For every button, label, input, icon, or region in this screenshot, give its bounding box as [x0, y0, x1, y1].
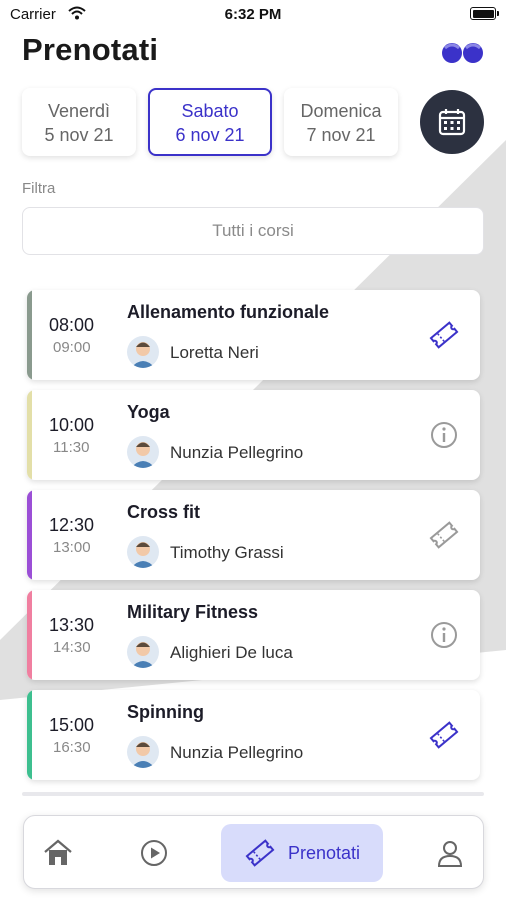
tab-profile[interactable] [430, 816, 470, 890]
day-selector: Venerdì 5 nov 21 Sabato 6 nov 21 Domenic… [22, 88, 398, 156]
class-card[interactable]: 10:00 11:30 Yoga Nunzia Pellegrino [27, 390, 480, 480]
header: Prenotati [22, 32, 486, 74]
class-end-time: 16:30 [53, 739, 91, 756]
trainer-avatar [127, 736, 159, 768]
ticket-icon[interactable] [428, 519, 460, 551]
tab-booked-label: Prenotati [287, 842, 361, 863]
home-icon [44, 839, 72, 865]
class-start-time: 13:30 [49, 615, 95, 635]
class-start-time: 08:00 [49, 315, 95, 335]
bottom-tab-bar: Prenotati [23, 815, 484, 889]
class-end-time: 09:00 [53, 339, 91, 356]
day-name: Sabato [181, 101, 239, 121]
ticket-icon [245, 839, 275, 867]
class-color-bar [27, 290, 32, 380]
trainer-name: Nunzia Pellegrino [170, 743, 304, 762]
class-card[interactable]: 13:30 14:30 Military Fitness Alighieri D… [27, 590, 480, 680]
trainer-avatar [127, 636, 159, 668]
tab-home[interactable] [36, 816, 80, 890]
status-time: 6:32 PM [224, 6, 282, 23]
ticket-icon[interactable] [428, 719, 460, 751]
class-title: Cross fit [127, 502, 201, 522]
day-name: Venerdì [47, 101, 111, 121]
trainer-name: Timothy Grassi [170, 543, 284, 562]
calendar-button[interactable] [420, 90, 484, 154]
class-end-time: 14:30 [53, 639, 91, 656]
trainer-name: Alighieri De luca [170, 643, 293, 662]
class-color-bar [27, 490, 32, 580]
ticket-icon[interactable] [428, 319, 460, 351]
class-title: Allenamento funzionale [127, 302, 330, 322]
status-bar: Carrier 6:32 PM [0, 0, 506, 30]
class-title: Spinning [127, 702, 204, 722]
class-title: Military Fitness [127, 602, 259, 622]
tab-video[interactable] [132, 816, 176, 890]
trainer-name: Nunzia Pellegrino [170, 443, 304, 462]
class-title: Yoga [127, 402, 170, 422]
tab-booked[interactable]: Prenotati [221, 824, 383, 882]
class-start-time: 10:00 [49, 415, 95, 435]
day-sunday-button[interactable]: Domenica 7 nov 21 [284, 88, 398, 156]
day-friday-button[interactable]: Venerdì 5 nov 21 [22, 88, 136, 156]
day-date: 6 nov 21 [175, 125, 245, 145]
class-card[interactable]: 15:00 16:30 Spinning Nunzia Pellegrino [27, 690, 480, 780]
calendar-icon [438, 109, 466, 136]
trainer-avatar [127, 436, 159, 468]
class-card[interactable]: 08:00 09:00 Allenamento funzionale Loret… [27, 290, 480, 380]
class-start-time: 15:00 [49, 715, 95, 735]
trainer-avatar [127, 536, 159, 568]
class-start-time: 12:30 [49, 515, 95, 535]
filter-label: Filtra [22, 180, 56, 197]
play-icon [141, 840, 167, 866]
class-card[interactable]: 12:30 13:00 Cross fit Timothy Grassi [27, 490, 480, 580]
day-date: 5 nov 21 [44, 125, 114, 145]
day-date: 7 nov 21 [306, 125, 376, 145]
class-color-bar [27, 390, 32, 480]
trainer-avatar [127, 336, 159, 368]
class-color-bar [27, 690, 32, 780]
battery-icon [470, 7, 499, 20]
user-icon [437, 841, 463, 867]
class-color-bar [27, 590, 32, 680]
app-logo-icon [442, 43, 483, 63]
list-scroll-edge [22, 792, 484, 796]
info-icon[interactable] [428, 419, 460, 451]
class-end-time: 13:00 [53, 539, 91, 556]
day-saturday-button[interactable]: Sabato 6 nov 21 [148, 88, 272, 156]
course-filter-select[interactable]: Tutti i corsi [22, 207, 484, 255]
info-icon[interactable] [428, 619, 460, 651]
class-list: 08:00 09:00 Allenamento funzionale Loret… [27, 290, 480, 790]
day-name: Domenica [300, 101, 382, 121]
page-title: Prenotati [22, 32, 159, 67]
trainer-name: Loretta Neri [170, 343, 259, 362]
class-end-time: 11:30 [53, 439, 90, 456]
